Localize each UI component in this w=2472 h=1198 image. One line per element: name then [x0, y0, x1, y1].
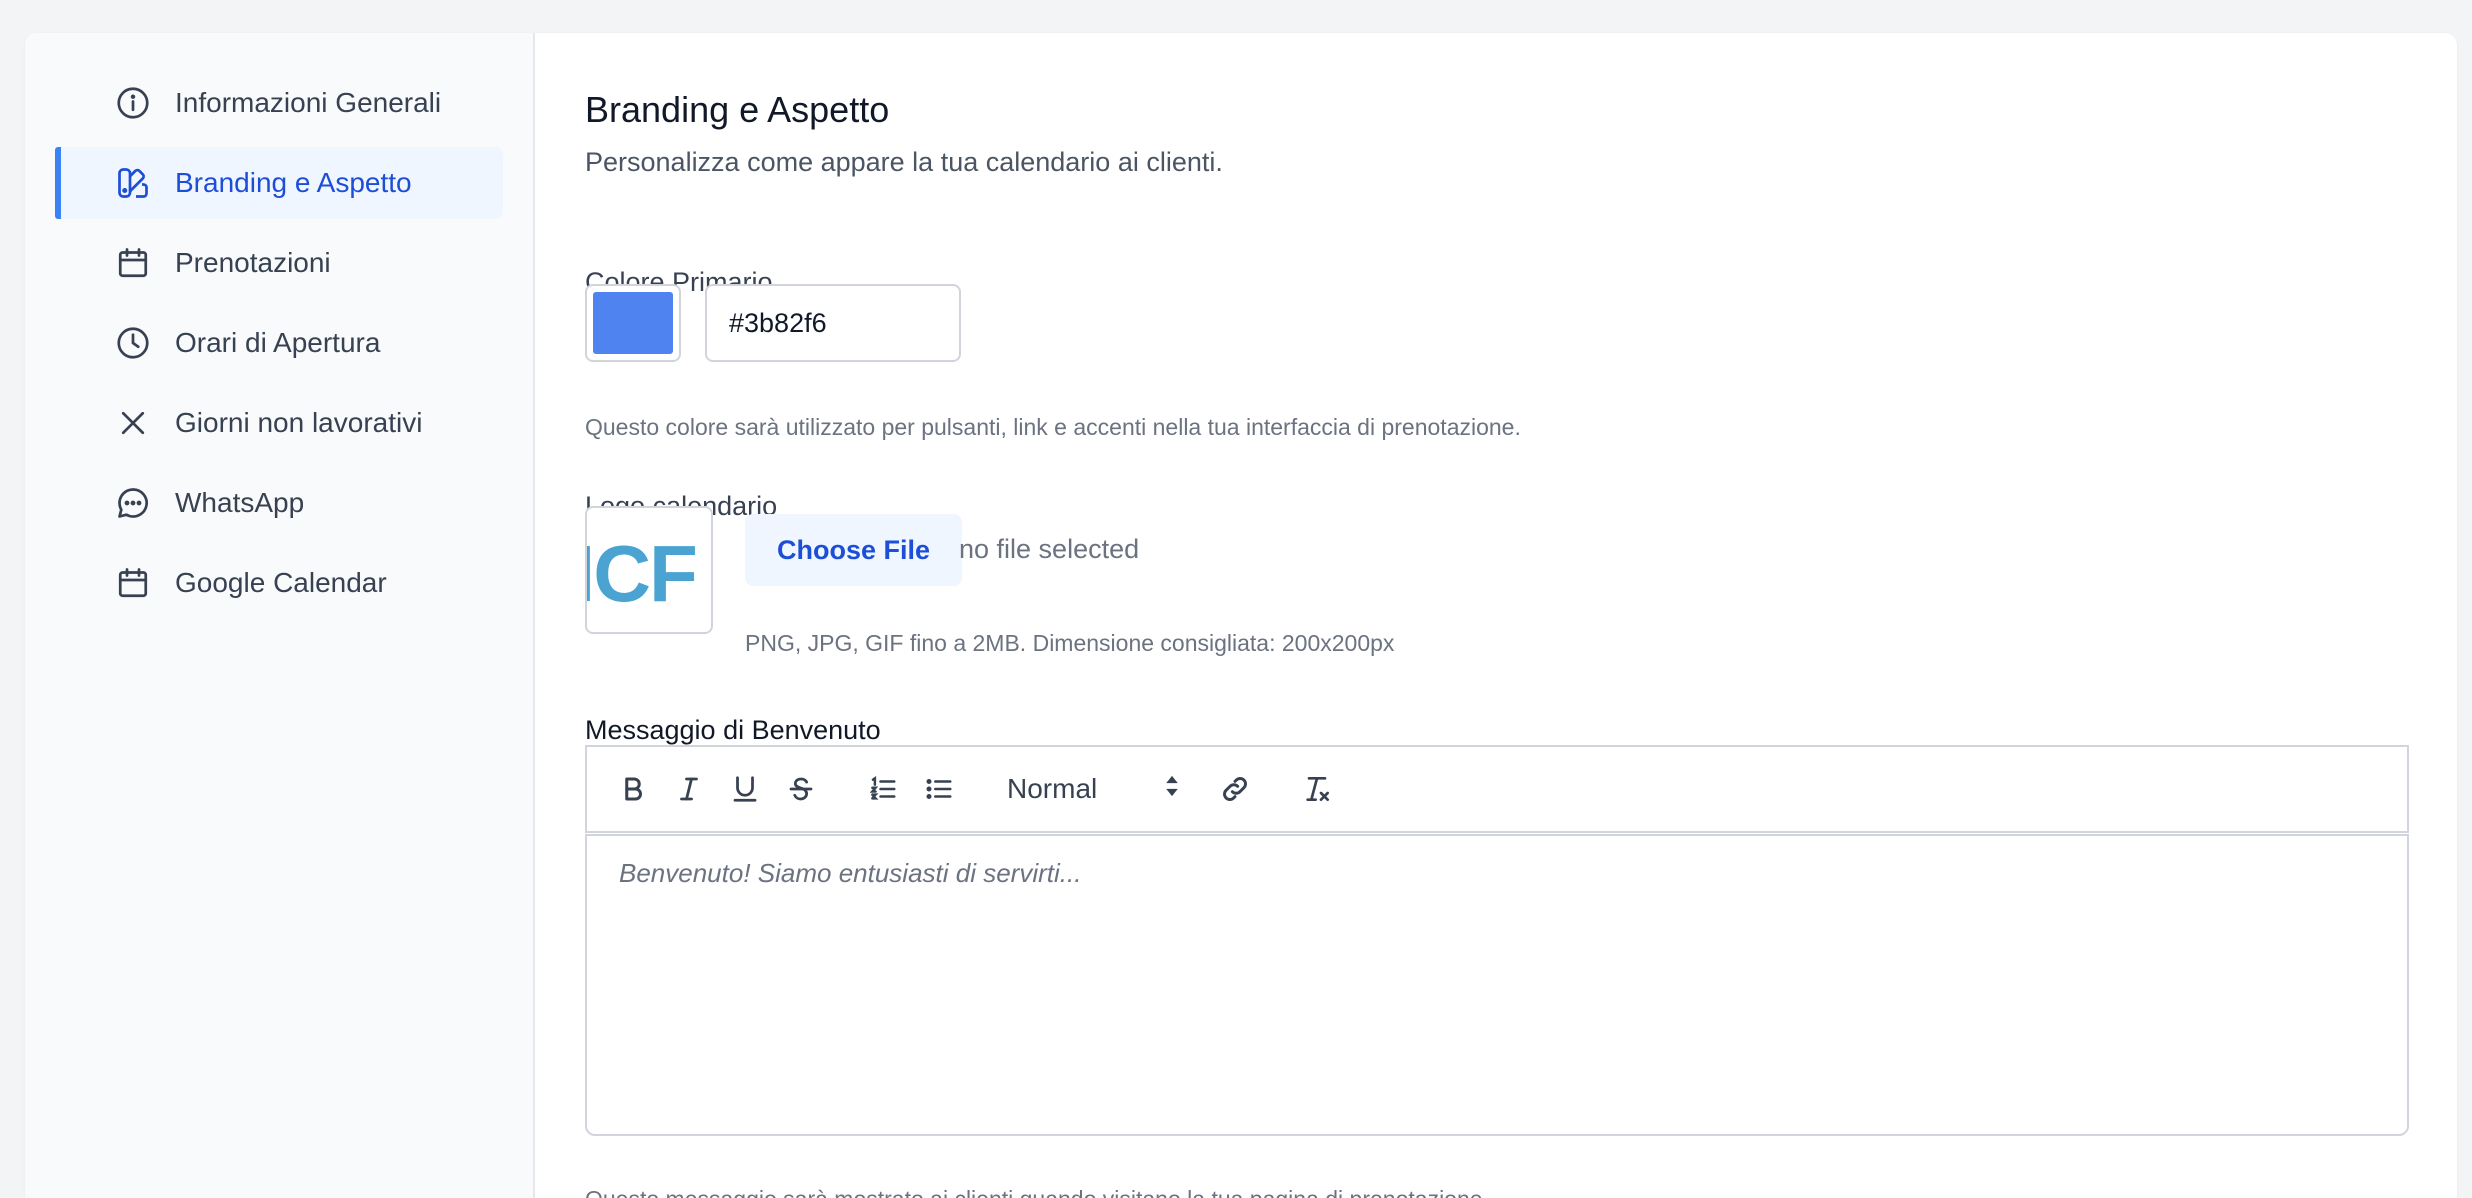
palette-icon [113, 163, 153, 203]
welcome-message-label: Messaggio di Benvenuto [585, 715, 881, 745]
sidebar-item-label: Google Calendar [175, 567, 387, 598]
editor-placeholder: Benvenuto! Siamo entusiasti di servirti.… [619, 858, 1082, 888]
sidebar-item-google-calendar[interactable]: Google Calendar [55, 547, 503, 619]
calendar-icon [113, 243, 153, 283]
clear-formatting-icon[interactable] [1297, 769, 1337, 809]
color-picker-swatch[interactable] [585, 284, 681, 362]
page-title: Branding e Aspetto [585, 89, 890, 130]
close-icon [113, 403, 153, 443]
hex-color-input[interactable] [705, 284, 961, 362]
select-arrows-icon [1163, 773, 1181, 806]
page-subtitle: Personalizza come appare la tua calendar… [585, 147, 1223, 177]
primary-color-help: Questo colore sarà utilizzato per pulsan… [585, 414, 1521, 440]
settings-card: Informazioni Generali Branding e Aspetto… [25, 33, 2457, 1198]
sidebar-item-branding-e-aspetto[interactable]: Branding e Aspetto [55, 147, 503, 219]
choose-file-button[interactable]: Choose File [745, 514, 963, 586]
italic-icon[interactable] [669, 769, 709, 809]
file-status-text: no file selected [959, 534, 1140, 564]
bold-icon[interactable] [613, 769, 653, 809]
sidebar-item-prenotazioni[interactable]: Prenotazioni [55, 227, 503, 299]
color-preview [593, 292, 673, 354]
sidebar-item-label: Giorni non lavorativi [175, 407, 423, 438]
welcome-message-editor[interactable]: Benvenuto! Siamo entusiasti di servirti.… [585, 834, 2409, 1136]
welcome-message-help: Questo messaggio sarà mostrato ai client… [585, 1186, 1489, 1198]
sidebar-item-label: Branding e Aspetto [175, 167, 412, 198]
sidebar-item-label: Prenotazioni [175, 247, 331, 278]
calendar-icon [113, 563, 153, 603]
sidebar-item-label: Orari di Apertura [175, 327, 381, 358]
settings-sidebar: Informazioni Generali Branding e Aspetto… [25, 33, 535, 1198]
clock-icon [113, 323, 153, 363]
sidebar-item-whatsapp[interactable]: WhatsApp [55, 467, 503, 539]
ordered-list-icon[interactable] [863, 769, 903, 809]
rich-text-toolbar: Normal [585, 745, 2409, 833]
strikethrough-icon[interactable] [781, 769, 821, 809]
text-format-select[interactable]: Normal [1001, 767, 1181, 811]
logo-help: PNG, JPG, GIF fino a 2MB. Dimensione con… [745, 630, 1395, 656]
link-icon[interactable] [1215, 769, 1255, 809]
logo-preview-text: ICF [585, 529, 698, 618]
chat-bubble-icon [113, 483, 153, 523]
underline-icon[interactable] [725, 769, 765, 809]
sidebar-item-label: WhatsApp [175, 487, 305, 518]
info-icon [113, 83, 153, 123]
bullet-list-icon[interactable] [919, 769, 959, 809]
sidebar-item-informazioni-generali[interactable]: Informazioni Generali [55, 67, 503, 139]
sidebar-item-giorni-non-lavorativi[interactable]: Giorni non lavorativi [55, 387, 503, 459]
logo-preview: ICF [585, 506, 713, 634]
settings-content: Branding e Aspetto Personalizza come app… [535, 33, 2457, 1198]
sidebar-item-label: Informazioni Generali [175, 87, 442, 118]
text-format-value: Normal [1007, 773, 1098, 804]
sidebar-item-orari-di-apertura[interactable]: Orari di Apertura [55, 307, 503, 379]
